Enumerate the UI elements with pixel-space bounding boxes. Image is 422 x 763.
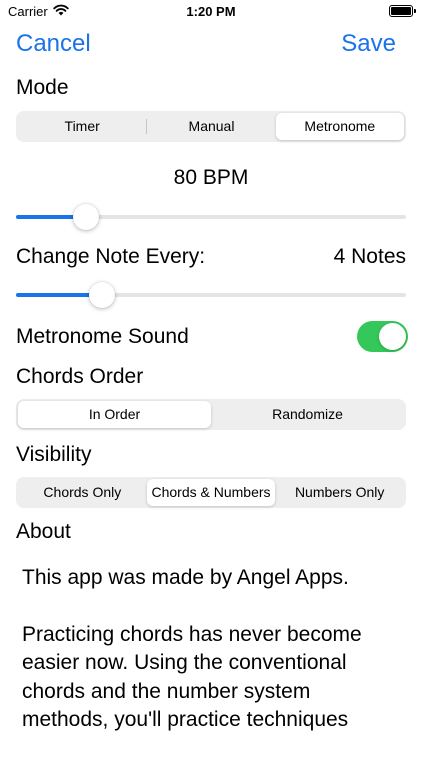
visibility-option-chords-only[interactable]: Chords Only — [18, 479, 147, 506]
status-time: 1:20 PM — [186, 4, 236, 19]
chords-order-option-randomize[interactable]: Randomize — [211, 401, 404, 428]
chords-order-label: Chords Order — [16, 365, 144, 388]
visibility-option-numbers-only[interactable]: Numbers Only — [275, 479, 404, 506]
slider-thumb[interactable] — [88, 282, 115, 308]
metronome-sound-label: Metronome Sound — [16, 325, 189, 348]
change-note-slider[interactable] — [16, 280, 406, 310]
status-bar: Carrier 1:20 PM — [0, 0, 422, 24]
toggle-knob — [379, 323, 406, 350]
mode-option-timer[interactable]: Timer — [18, 113, 146, 140]
mode-option-manual[interactable]: Manual — [147, 113, 275, 140]
about-text: This app was made by Angel Apps. Practic… — [22, 564, 392, 763]
about-label: About — [16, 520, 71, 543]
save-button[interactable]: Save — [341, 30, 396, 58]
slider-thumb[interactable] — [73, 204, 100, 230]
chords-order-option-in-order[interactable]: In Order — [18, 401, 211, 428]
change-note-label: Change Note Every: — [16, 245, 206, 268]
about-paragraph: This app was made by Angel Apps. — [22, 566, 349, 589]
about-paragraph: Practicing chords has never become easie… — [22, 622, 362, 732]
visibility-label: Visibility — [16, 443, 92, 466]
battery-icon — [389, 5, 416, 17]
visibility-segmented-control: Chords Only Chords & Numbers Numbers Onl… — [16, 477, 406, 508]
mode-segmented-control: Timer Manual Metronome — [16, 111, 406, 142]
mode-label: Mode — [16, 76, 69, 99]
change-note-value: 4 Notes — [333, 245, 406, 268]
mode-option-metronome[interactable]: Metronome — [275, 113, 404, 140]
chords-order-segmented-control: In Order Randomize — [16, 399, 406, 430]
bpm-label: 80 BPM — [173, 166, 249, 189]
metronome-sound-toggle[interactable] — [357, 321, 408, 352]
cancel-button[interactable]: Cancel — [16, 30, 91, 58]
bpm-slider[interactable] — [16, 202, 406, 232]
visibility-option-chords-numbers[interactable]: Chords & Numbers — [146, 479, 276, 506]
